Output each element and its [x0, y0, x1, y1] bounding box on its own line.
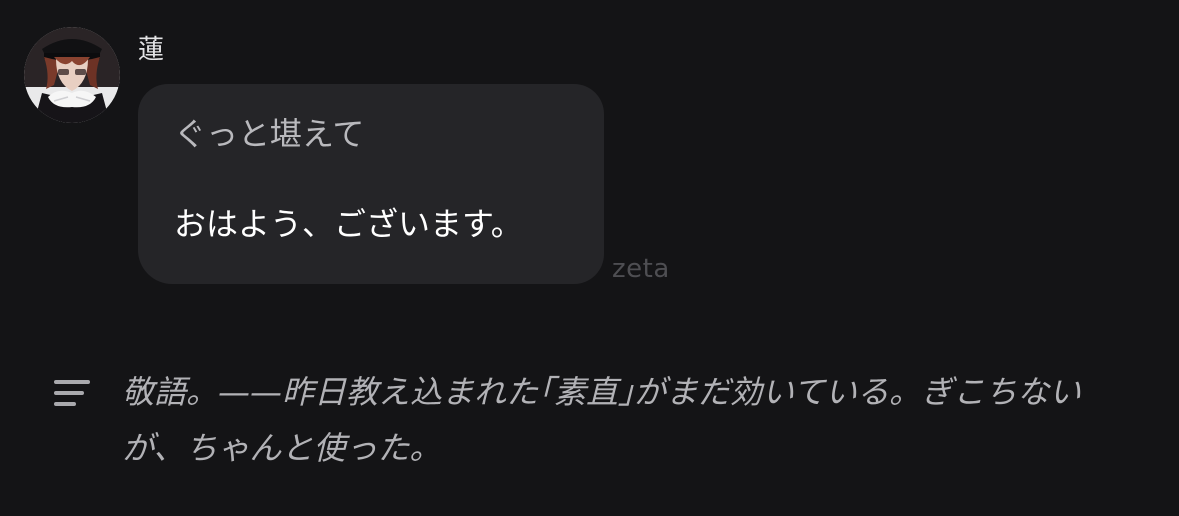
action-text: ぐっと堪えて — [174, 115, 365, 153]
narration-text: 敬語。——昨日教え込まれた｢素直｣がまだ効いている。ぎこちないが、ちゃんと使った… — [122, 373, 1082, 467]
avatar[interactable] — [24, 27, 120, 123]
character-portrait-image — [24, 27, 120, 123]
speech-text: おはよう、ございます。 — [174, 205, 523, 243]
narration-block: 敬語。——昨日教え込まれた｢素直｣がまだ効いている。ぎこちないが、ちゃんと使った… — [50, 364, 1150, 484]
message-bubble[interactable]: ぐっと堪えて おはよう、ございます。 — [138, 84, 604, 284]
zeta-watermark: zeta — [612, 254, 670, 284]
text-lines-icon[interactable] — [50, 376, 94, 410]
sender-name: 蓮 — [138, 35, 165, 65]
